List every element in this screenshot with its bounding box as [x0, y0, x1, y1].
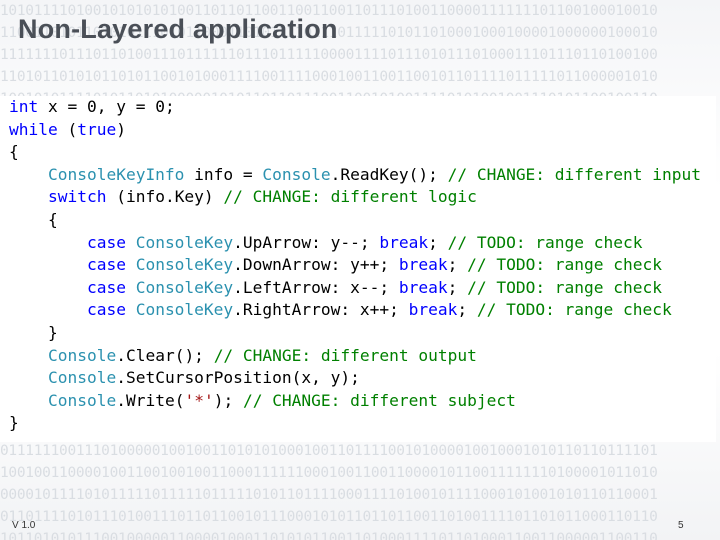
code-token: // TODO: range check	[447, 232, 643, 252]
code-token: .Write(	[116, 390, 185, 410]
code-line: {	[9, 209, 701, 232]
code-line: {	[9, 141, 701, 164]
code-token: info =	[184, 164, 263, 184]
code-line: case ConsoleKey.DownArrow: y++; break; /…	[9, 254, 701, 277]
code-token: // TODO: range check	[467, 255, 663, 275]
code-token: .DownArrow: y++;	[233, 255, 399, 275]
code-token: while	[9, 119, 58, 139]
code-line: }	[9, 322, 701, 345]
code-line: }	[9, 412, 701, 435]
code-token: ConsoleKey	[135, 255, 234, 275]
code-token: ConsoleKey	[135, 300, 234, 320]
code-token: x = 0, y = 0;	[38, 97, 175, 116]
code-token: case	[86, 255, 126, 275]
code-token: ConsoleKeyInfo	[47, 164, 185, 184]
code-token: .UpArrow: y--;	[233, 232, 380, 252]
code-token: ;	[428, 232, 448, 252]
code-token: // TODO: range check	[467, 277, 663, 297]
code-token: ;	[447, 277, 468, 297]
code-token: int	[9, 97, 39, 116]
code-token: // TODO: range check	[476, 300, 672, 320]
code-token: Console	[47, 368, 117, 388]
binary-row: 0000101111010111110111110111110101101111…	[0, 487, 658, 503]
code-token: ConsoleKey	[135, 277, 234, 297]
code-token: Console	[262, 164, 331, 184]
binary-row: 1011010101110010000011000010001101010110…	[0, 531, 658, 540]
code-token: Console	[47, 345, 117, 365]
code-block: int x = 0, y = 0; while (true){ ConsoleKe…	[9, 96, 701, 435]
code-token: true	[77, 119, 117, 139]
code-token: .SetCursorPosition(x, y);	[116, 368, 360, 388]
binary-row: 0110111101011101001110110110010111000101…	[0, 509, 658, 525]
code-token: (info.Key)	[106, 187, 224, 207]
code-token: case	[86, 300, 126, 320]
binary-row: 1101011010101101011001010001111001111000…	[0, 69, 658, 85]
code-token: break	[398, 255, 448, 275]
code-line: Console.Write('*'); // CHANGE: different…	[9, 390, 701, 413]
code-token: (	[57, 119, 78, 139]
code-line: case ConsoleKey.LeftArrow: x--; break; /…	[9, 277, 701, 300]
code-token: case	[86, 277, 126, 297]
code-line: switch (info.Key) // CHANGE: different l…	[9, 186, 701, 209]
code-token: );	[213, 390, 243, 410]
code-token: // CHANGE: different input	[447, 164, 701, 184]
code-token: ConsoleKey	[135, 232, 234, 252]
version-label: V 1.0	[12, 520, 36, 531]
slide-title: Non-Layered application	[18, 14, 338, 44]
code-line: Console.SetCursorPosition(x, y);	[9, 367, 701, 390]
code-token: .ReadKey();	[330, 164, 448, 184]
code-token: ;	[447, 255, 468, 275]
code-line: while (true)	[9, 119, 701, 142]
page-number: 5	[678, 520, 684, 531]
code-token: // CHANGE: different subject	[242, 390, 516, 410]
code-line: case ConsoleKey.RightArrow: x++; break; …	[9, 299, 701, 322]
binary-row: 1001001100001001100100100110001111110001…	[0, 465, 658, 481]
code-line: case ConsoleKey.UpArrow: y--; break; // …	[9, 232, 701, 255]
binary-row: 0111111001110100000100100110101010001001…	[0, 443, 658, 459]
code-token: break	[398, 277, 448, 297]
code-panel: int x = 0, y = 0; while (true){ ConsoleKe…	[0, 96, 716, 442]
code-token: {	[9, 142, 19, 162]
code-token: // CHANGE: different output	[213, 345, 477, 365]
code-token: }	[9, 413, 19, 433]
code-line: int x = 0, y = 0;	[9, 96, 701, 119]
code-token: Console	[47, 390, 117, 410]
code-token: break	[408, 300, 458, 320]
code-token: break	[379, 232, 429, 252]
code-token: // CHANGE: different logic	[223, 187, 477, 207]
code-line: Console.Clear(); // CHANGE: different ou…	[9, 345, 701, 368]
code-token: .Clear();	[116, 345, 214, 365]
code-token: .RightArrow: x++;	[233, 300, 409, 320]
code-token: '*'	[184, 390, 214, 410]
code-token: ;	[457, 300, 477, 320]
code-token: {	[9, 209, 58, 229]
code-token: case	[86, 232, 126, 252]
binary-row: 1111111011101101001110111111011101111100…	[0, 47, 658, 63]
code-token: )	[116, 119, 126, 139]
code-token: }	[9, 322, 58, 342]
code-token: .LeftArrow: x--;	[233, 277, 399, 297]
code-token: switch	[47, 187, 107, 207]
code-line: ConsoleKeyInfo info = Console.ReadKey();…	[9, 164, 701, 187]
